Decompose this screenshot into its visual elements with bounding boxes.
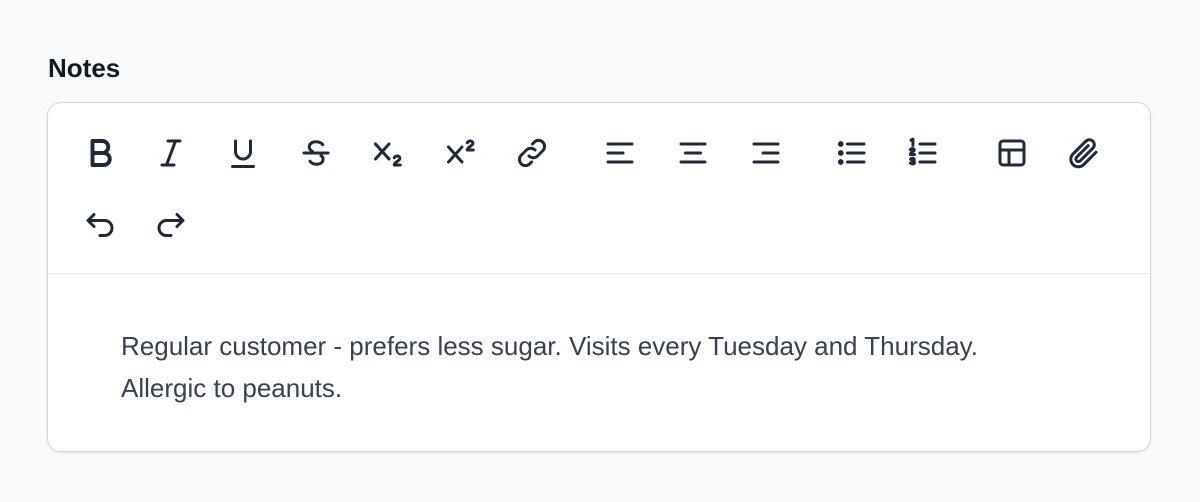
undo-icon <box>86 213 114 237</box>
italic-button[interactable] <box>145 127 197 179</box>
align-center-icon <box>679 142 707 164</box>
attachment-button[interactable] <box>1058 127 1110 179</box>
bullet-list-icon <box>837 141 866 165</box>
link-button[interactable] <box>506 127 558 179</box>
subscript-button[interactable] <box>363 127 415 179</box>
strikethrough-icon <box>302 140 330 166</box>
italic-icon <box>160 139 182 167</box>
redo-icon <box>157 213 185 237</box>
align-left-icon <box>606 142 634 164</box>
rich-text-editor: Regular customer - prefers less sugar. V… <box>47 102 1151 452</box>
ordered-list-button[interactable] <box>897 127 949 179</box>
align-left-button[interactable] <box>594 127 646 179</box>
underline-icon <box>231 139 255 168</box>
table-icon <box>998 139 1026 167</box>
attachment-icon <box>1069 138 1098 169</box>
notes-label: Notes <box>48 53 121 83</box>
align-center-button[interactable] <box>667 127 719 179</box>
redo-button[interactable] <box>145 199 197 251</box>
superscript-icon <box>447 139 475 164</box>
editor-toolbar <box>48 103 1150 274</box>
bold-icon <box>90 139 112 167</box>
bullet-list-button[interactable] <box>826 127 878 179</box>
underline-button[interactable] <box>217 127 269 179</box>
align-right-icon <box>752 142 780 164</box>
bold-button[interactable] <box>74 127 126 179</box>
align-right-button[interactable] <box>740 127 792 179</box>
ordered-list-icon <box>908 137 937 166</box>
table-button[interactable] <box>986 127 1038 179</box>
superscript-button[interactable] <box>436 127 488 179</box>
editor-content[interactable]: Regular customer - prefers less sugar. V… <box>121 325 1021 409</box>
link-icon <box>518 139 546 167</box>
subscript-icon <box>374 142 402 167</box>
undo-button[interactable] <box>74 199 126 251</box>
strikethrough-button[interactable] <box>290 127 342 179</box>
